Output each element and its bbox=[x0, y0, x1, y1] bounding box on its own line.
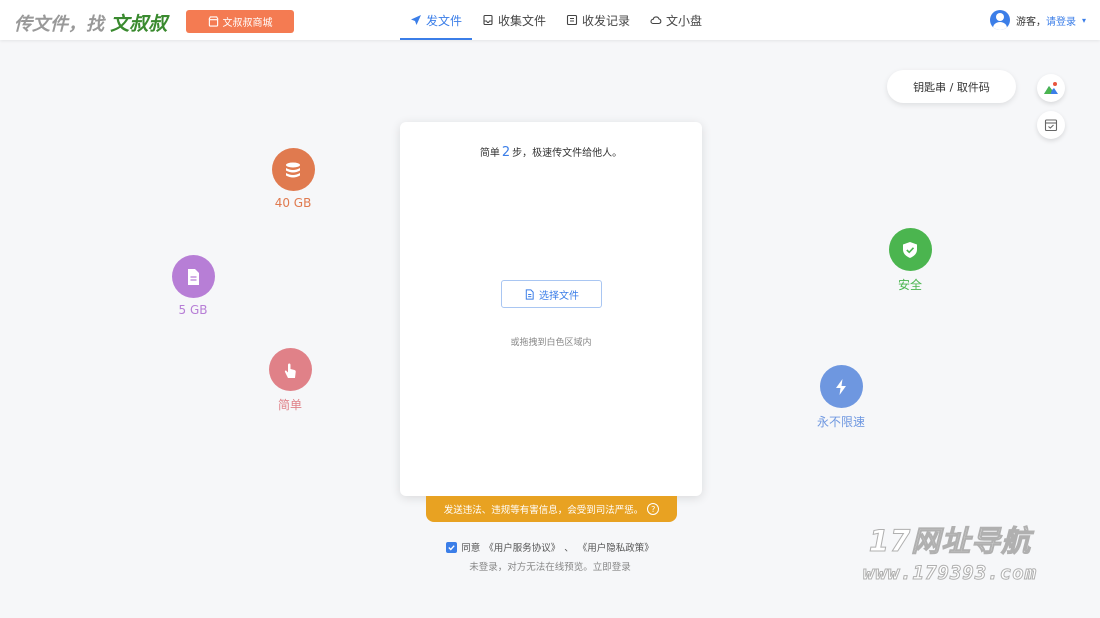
chevron-down-icon[interactable]: ▾ bbox=[1082, 16, 1086, 25]
card-tip: 简单 2 步，极速传文件给他人。 bbox=[400, 144, 702, 160]
cloud-icon bbox=[650, 16, 662, 25]
watermark-title: 17网址导航 bbox=[868, 524, 1032, 559]
logo-brand: 文叔叔 bbox=[110, 13, 168, 35]
watermark-url: www.179393.com bbox=[862, 562, 1038, 585]
tab-label: 收发记录 bbox=[582, 13, 631, 28]
file-icon bbox=[188, 268, 199, 285]
tab-collect-files[interactable]: 收集文件 bbox=[472, 0, 556, 40]
warning-text: 发送违法、违规等有害信息，会受到司法严惩。 bbox=[443, 505, 644, 516]
watermark: 17网址导航 www.179393.com bbox=[845, 518, 1055, 585]
shop-icon bbox=[207, 16, 219, 27]
feature-label: 40 GB bbox=[274, 196, 312, 210]
legal-warning-bar: 发送违法、违规等有害信息，会受到司法严惩。 ? bbox=[426, 496, 677, 522]
tab-label: 文小盘 bbox=[666, 13, 703, 28]
keychain-pickup-code-button[interactable]: 钥匙串 / 取件码 bbox=[887, 70, 1016, 103]
tab-label: 发文件 bbox=[426, 13, 463, 28]
tap-icon bbox=[284, 363, 296, 378]
database-icon bbox=[286, 162, 300, 177]
tip-before: 简单 bbox=[479, 148, 500, 159]
privacy-link[interactable]: 《用户隐私政策》 bbox=[578, 540, 654, 554]
lightning-icon bbox=[836, 378, 846, 395]
logo-prefix: 传文件，找 bbox=[14, 14, 104, 35]
tab-cloud-disk[interactable]: 文小盘 bbox=[640, 0, 712, 40]
login-link[interactable]: 请登录 bbox=[1046, 13, 1076, 28]
select-file-label: 选择文件 bbox=[539, 290, 579, 302]
shield-icon bbox=[903, 241, 917, 258]
send-icon bbox=[411, 15, 421, 25]
avatar[interactable] bbox=[989, 10, 1010, 30]
feature-circle bbox=[271, 148, 315, 191]
select-file-button[interactable]: 选择文件 bbox=[501, 280, 602, 308]
shop-label: 文叔叔商城 bbox=[222, 18, 273, 29]
feature-file-size: 5 GB bbox=[153, 255, 233, 317]
agree-separator: 、 bbox=[564, 543, 574, 554]
user-menu[interactable]: 游客， 请登录 ▾ bbox=[989, 10, 1086, 30]
tab-records[interactable]: 收发记录 bbox=[556, 0, 640, 40]
check-icon bbox=[448, 544, 455, 550]
record-icon bbox=[566, 14, 578, 26]
feature-label: 安全 bbox=[897, 278, 922, 292]
feature-unlimited-speed: 永不限速 bbox=[801, 365, 881, 430]
guest-label: 游客， bbox=[1015, 16, 1046, 28]
tab-send-file[interactable]: 发文件 bbox=[400, 0, 473, 40]
tip-after: 步，极速传文件给他人。 bbox=[512, 148, 623, 159]
collect-icon bbox=[483, 14, 493, 26]
feature-circle bbox=[171, 255, 215, 298]
feature-circle bbox=[268, 348, 312, 391]
help-icon[interactable]: ? bbox=[647, 503, 660, 515]
tip-number: 2 bbox=[501, 145, 511, 160]
image-icon bbox=[1044, 82, 1058, 94]
feature-storage: 40 GB bbox=[253, 148, 333, 210]
agree-prefix: 同意 bbox=[461, 543, 481, 554]
background-image-button[interactable] bbox=[1037, 74, 1065, 102]
calendar-icon bbox=[1044, 119, 1058, 132]
logo[interactable]: 传文件，找 文叔叔 bbox=[14, 9, 167, 36]
main-nav: 发文件 收集文件 收发记录 文小盘 bbox=[400, 0, 712, 40]
keychain-label: 钥匙串 / 取件码 bbox=[913, 80, 990, 94]
agree-checkbox[interactable] bbox=[446, 541, 458, 553]
terms-link[interactable]: 《用户服务协议》 bbox=[484, 540, 560, 554]
drag-tip: 或拖拽到白色区域内 bbox=[510, 338, 592, 348]
calendar-button[interactable] bbox=[1037, 111, 1065, 139]
shop-button[interactable]: 文叔叔商城 bbox=[186, 10, 294, 33]
feature-circle bbox=[819, 365, 863, 408]
top-header: 传文件，找 文叔叔 文叔叔商城 发文件 收集文件 收发记录 文小盘 游客， 请登… bbox=[0, 0, 1100, 40]
feature-label: 简单 bbox=[277, 398, 302, 412]
feature-label: 永不限速 bbox=[816, 415, 865, 429]
feature-simple: 简单 bbox=[250, 348, 330, 413]
tab-label: 收集文件 bbox=[498, 13, 547, 28]
feature-secure: 安全 bbox=[870, 228, 950, 293]
document-icon bbox=[525, 288, 534, 300]
upload-card[interactable]: 简单 2 步，极速传文件给他人。 选择文件 或拖拽到白色区域内 bbox=[400, 122, 702, 496]
feature-label: 5 GB bbox=[178, 303, 208, 317]
feature-circle bbox=[888, 228, 932, 271]
